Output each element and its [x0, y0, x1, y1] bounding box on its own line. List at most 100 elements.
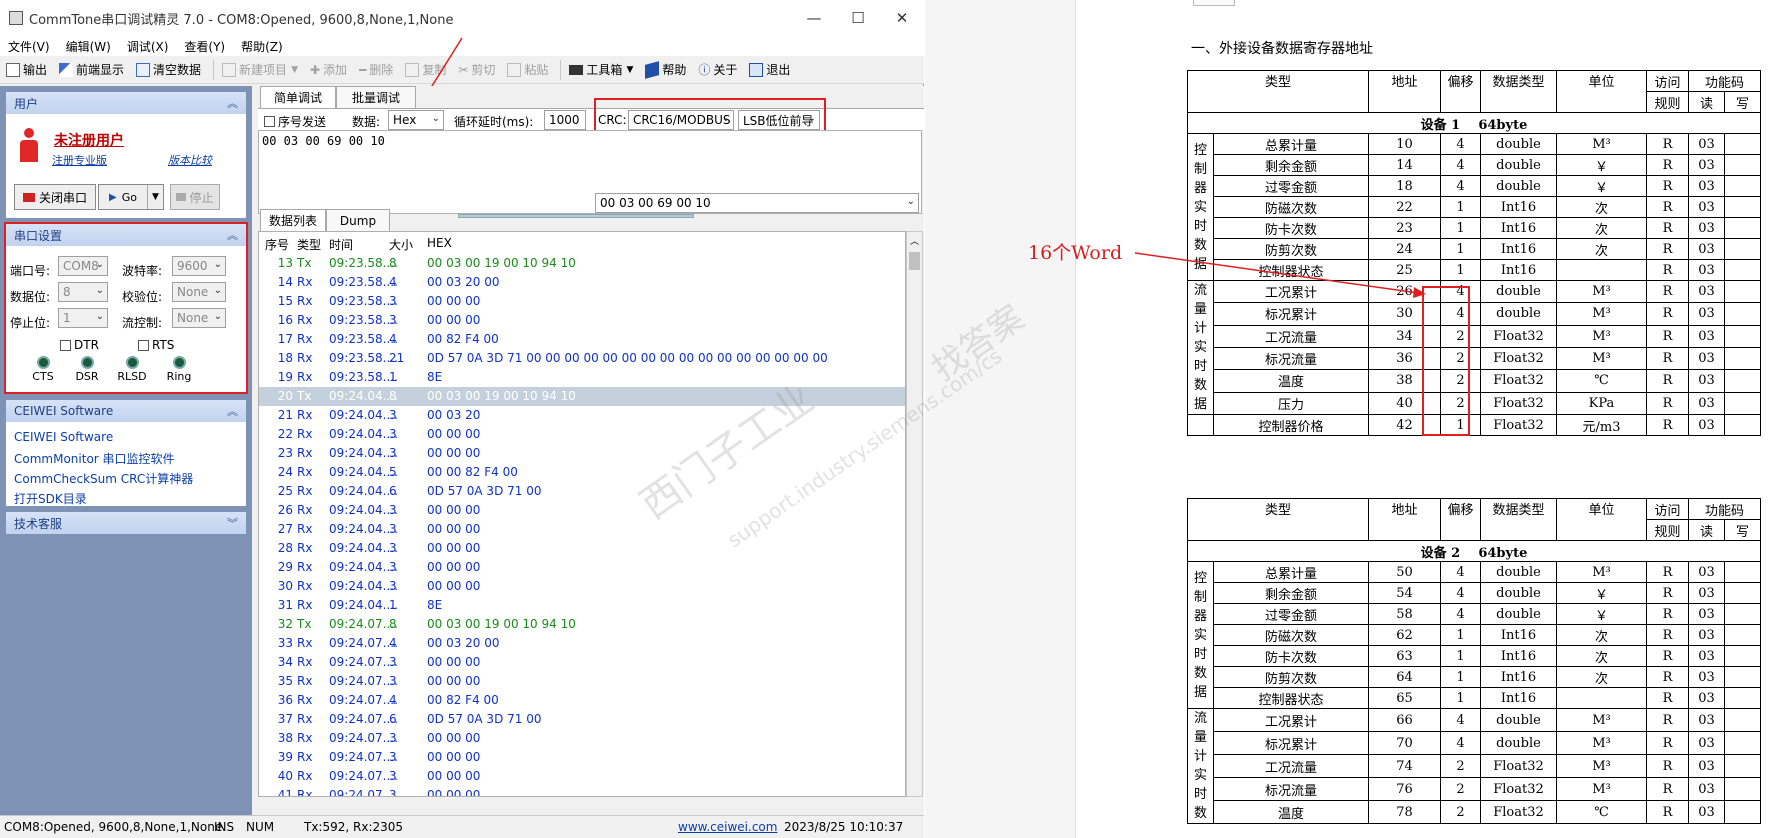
go-button[interactable]: ▶ Go ▼	[98, 184, 164, 210]
send-history-select[interactable]: 00 03 00 69 00 10 ⌄	[595, 193, 919, 213]
table-row[interactable]: 22 Rx 09:24.04.... 3 00 00 00	[259, 425, 905, 444]
tab-data-list[interactable]: 数据列表	[260, 209, 326, 231]
table-row[interactable]: 18 Rx 09:23.58.... 21 0D 57 0A 3D 71 00 00 0…	[259, 349, 905, 368]
size-cell: 6	[389, 484, 397, 498]
table-row[interactable]: 40 Rx 09:24.07.... 3 00 00 00	[259, 767, 905, 786]
commchecksum-link[interactable]: CommCheckSum CRC计算神器	[14, 470, 193, 487]
exit-button[interactable]: 退出	[749, 61, 790, 78]
seq-cell: 41	[277, 788, 293, 797]
table-row[interactable]: 27 Rx 09:24.04.... 3 00 00 00	[259, 520, 905, 539]
seq-send-checkbox[interactable]: 序号发送	[264, 113, 326, 130]
reg-unit: M³	[1556, 302, 1647, 326]
support-panel-header[interactable]: 技术客服 ︾	[6, 512, 246, 534]
data-format-select[interactable]: Hex ⌄	[388, 110, 444, 130]
table-row[interactable]: 39 Rx 09:24.07.... 3 00 00 00	[259, 748, 905, 767]
table-row[interactable]: 31 Rx 09:24.04.... 1 8E	[259, 596, 905, 615]
table-row[interactable]: 14 Rx 09:23.58.... 4 00 03 20 00	[259, 273, 905, 292]
scroll-thumb[interactable]	[909, 252, 920, 270]
tab-dump[interactable]: Dump	[326, 209, 390, 231]
add-button[interactable]: ✚ 添加	[310, 61, 347, 78]
cut-button[interactable]: ✂ 剪切	[458, 61, 495, 78]
table-row[interactable]: 17 Rx 09:23.58.... 4 00 82 F4 00	[259, 330, 905, 349]
reg-rule: R	[1646, 603, 1689, 625]
compare-link[interactable]: 版本比较	[168, 152, 212, 168]
reg-read: 03	[1688, 196, 1725, 218]
stop-button[interactable]: 停止	[170, 184, 220, 210]
commmonitor-link[interactable]: CommMonitor 串口监控软件	[14, 450, 175, 467]
output-button[interactable]: 输出	[6, 61, 47, 78]
table-row[interactable]: 32 Tx 09:24.07.... 8 00 03 00 19 00 10 94 10	[259, 615, 905, 634]
hex-cell: 00 00 00	[427, 579, 481, 593]
table-row[interactable]: 30 Rx 09:24.04.... 3 00 00 00	[259, 577, 905, 596]
reg-read: 03	[1688, 708, 1725, 732]
type-cell: Rx	[297, 769, 313, 783]
reg-rule: R	[1646, 582, 1689, 604]
reg-read: 03	[1688, 346, 1725, 371]
page-ruler-tab	[1193, 0, 1235, 6]
table-row[interactable]: 33 Rx 09:24.07.... 4 00 03 20 00	[259, 634, 905, 653]
copy-button[interactable]: 复制	[405, 61, 446, 78]
table-row[interactable]: 16 Rx 09:23.58.... 3 00 00 00	[259, 311, 905, 330]
table-row[interactable]: 38 Rx 09:24.07.... 3 00 00 00	[259, 729, 905, 748]
new-project-button[interactable]: 新建项目 ▼	[222, 61, 298, 78]
time-cell: 09:23.58....	[329, 370, 398, 384]
menu-file[interactable]: 文件(V)	[0, 38, 58, 55]
ceiwei-panel-header[interactable]: CEIWEI Software ︽	[6, 400, 246, 422]
table-row[interactable]: 15 Rx 09:23.58.... 3 00 00 00	[259, 292, 905, 311]
scroll-up-icon[interactable]: ︿	[910, 234, 919, 247]
menu-help[interactable]: 帮助(Z)	[233, 38, 291, 55]
sdk-folder-link[interactable]: 打开SDK目录	[14, 490, 87, 507]
register-row: 防磁次数 62 1 Int16 次 R 03	[1188, 624, 1761, 646]
table-row[interactable]: 34 Rx 09:24.07.... 3 00 00 00	[259, 653, 905, 672]
close-window-button[interactable]: ✕	[880, 0, 924, 36]
loop-delay-input[interactable]: 1000	[544, 110, 586, 130]
reg-unit: M³	[1556, 561, 1647, 583]
column-header-hex[interactable]: HEX	[427, 236, 452, 250]
website-link[interactable]: www.ceiwei.com	[678, 820, 777, 834]
menu-view[interactable]: 查看(Y)	[176, 38, 233, 55]
close-port-button[interactable]: 关闭串口	[14, 184, 96, 210]
minimize-button[interactable]: —	[792, 0, 836, 36]
table-row[interactable]: 29 Rx 09:24.04.... 3 00 00 00	[259, 558, 905, 577]
menu-edit[interactable]: 编辑(W)	[58, 38, 119, 55]
reg-offset: 1	[1440, 259, 1481, 281]
user-status[interactable]: 未注册用户	[54, 130, 124, 150]
table-row[interactable]: 13 Tx 09:23.58.... 8 00 03 00 19 00 10 94 10	[259, 254, 905, 273]
vertical-scrollbar[interactable]: ︿	[906, 231, 923, 797]
reg-read: 03	[1688, 777, 1725, 801]
status-datetime: 2023/8/25 10:10:37	[784, 820, 904, 834]
tab-simple-debug[interactable]: 简单调试	[260, 86, 336, 108]
splitter-handle[interactable]	[458, 214, 694, 218]
clear-data-button[interactable]: 清空数据	[136, 61, 201, 78]
table-row[interactable]: 28 Rx 09:24.04.... 3 00 00 00	[259, 539, 905, 558]
reg-addr: 14	[1368, 154, 1441, 176]
hex-cell: 8E	[427, 598, 443, 612]
about-button[interactable]: ⓘ 关于	[698, 61, 737, 78]
column-header-size[interactable]: 大小	[389, 236, 413, 253]
user-panel-header[interactable]: 用户 ︽	[6, 92, 246, 114]
table-row[interactable]: 23 Rx 09:24.04.... 3 00 00 00	[259, 444, 905, 463]
column-header-type[interactable]: 类型	[297, 236, 321, 253]
table-row[interactable]: 19 Rx 09:23.58.... 1 8E	[259, 368, 905, 387]
table-row[interactable]: 41 Rx 09:24.07... 3 00 00 00	[259, 786, 905, 797]
column-header-time[interactable]: 时间	[329, 236, 353, 253]
toolbox-button[interactable]: 工具箱 ▼	[569, 61, 633, 78]
tab-batch-debug[interactable]: 批量调试	[336, 86, 416, 108]
register-link[interactable]: 注册专业版	[52, 152, 107, 168]
time-cell: 09:23.58....	[329, 332, 398, 346]
maximize-button[interactable]: ☐	[836, 0, 880, 36]
table-row[interactable]: 37 Rx 09:24.07.... 6 0D 57 0A 3D 71 00	[259, 710, 905, 729]
menu-debug[interactable]: 调试(X)	[119, 38, 177, 55]
size-cell: 3	[389, 769, 397, 783]
table-row[interactable]: 26 Rx 09:24.04.... 3 00 00 00	[259, 501, 905, 520]
go-dropdown-icon[interactable]: ▼	[147, 185, 163, 209]
help-button[interactable]: 帮助	[645, 60, 686, 79]
table-row[interactable]: 36 Rx 09:24.07.... 4 00 82 F4 00	[259, 691, 905, 710]
paste-button[interactable]: 粘贴	[507, 61, 548, 78]
front-display-button[interactable]: 前端显示	[59, 61, 124, 78]
delete-button[interactable]: ━ 删除	[359, 61, 393, 78]
table-row[interactable]: 35 Rx 09:24.07.... 3 00 00 00	[259, 672, 905, 691]
send-hex-editor[interactable]: 00 03 00 69 00 10 00 03 00 69 00 10 ⌄	[258, 130, 922, 214]
column-header-seq[interactable]: 序号	[265, 236, 289, 253]
ceiwei-link[interactable]: CEIWEI Software	[14, 430, 113, 444]
